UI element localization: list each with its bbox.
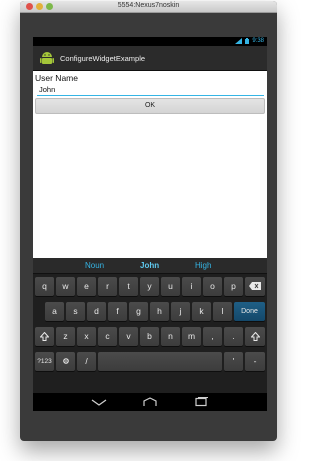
- suggestion-3[interactable]: High: [195, 261, 211, 270]
- key-q[interactable]: q: [35, 277, 54, 296]
- keyboard-settings-icon: [62, 358, 69, 364]
- key-slash[interactable]: /: [77, 352, 96, 371]
- home-icon[interactable]: [142, 397, 158, 407]
- action-bar: ConfigureWidgetExample: [33, 46, 267, 71]
- key-t[interactable]: t: [119, 277, 138, 296]
- key-l[interactable]: l: [213, 302, 232, 321]
- key-row-1: q w e r t y u i o p: [33, 277, 267, 299]
- key-period[interactable]: .: [224, 327, 243, 346]
- shift-icon: [39, 331, 50, 341]
- app-title: ConfigureWidgetExample: [60, 54, 146, 63]
- soft-keyboard: Noun John High q w e r t y u i o p a s d…: [33, 258, 267, 393]
- recent-apps-icon[interactable]: [193, 397, 209, 407]
- window-titlebar: 5554:Nexus7noskin: [20, 1, 277, 13]
- battery-icon: [245, 38, 250, 44]
- key-u[interactable]: u: [161, 277, 180, 296]
- key-g[interactable]: g: [129, 302, 148, 321]
- status-bar: 9:38: [33, 37, 267, 46]
- key-row-4: ?123 / ' -: [33, 352, 267, 374]
- configure-form: User Name OK: [33, 71, 267, 266]
- key-x[interactable]: x: [77, 327, 96, 346]
- suggestion-strip: Noun John High: [33, 258, 267, 274]
- user-name-label: User Name: [35, 73, 78, 83]
- done-key[interactable]: Done: [234, 302, 265, 321]
- key-w[interactable]: w: [56, 277, 75, 296]
- key-comma[interactable]: ,: [203, 327, 222, 346]
- status-icons: 9:38: [235, 38, 264, 44]
- space-bar[interactable]: [98, 352, 222, 371]
- suggestion-2[interactable]: John: [140, 261, 159, 270]
- ok-button[interactable]: OK: [35, 98, 265, 114]
- device-screen: 9:38 ConfigureWidgetExample User Name OK: [33, 37, 267, 411]
- backspace-icon: [249, 282, 261, 290]
- key-n[interactable]: n: [161, 327, 180, 346]
- stage: 5554:Nexus7noskin 9:38 ConfigureWidgetEx…: [0, 0, 300, 461]
- key-m[interactable]: m: [182, 327, 201, 346]
- back-icon[interactable]: [91, 397, 107, 407]
- window-title: 5554:Nexus7noskin: [117, 2, 180, 9]
- key-c[interactable]: c: [98, 327, 117, 346]
- navigation-bar: [33, 393, 267, 411]
- key-dash[interactable]: -: [245, 352, 265, 371]
- key-r[interactable]: r: [98, 277, 117, 296]
- key-y[interactable]: y: [140, 277, 159, 296]
- key-o[interactable]: o: [203, 277, 222, 296]
- shift-icon: [249, 331, 261, 341]
- key-p[interactable]: p: [224, 277, 243, 296]
- status-time: 9:38: [252, 38, 264, 44]
- key-row-2: a s d f g h j k l Done: [33, 302, 267, 324]
- shift-key-left[interactable]: [35, 327, 54, 346]
- android-icon[interactable]: [40, 50, 54, 66]
- key-d[interactable]: d: [87, 302, 106, 321]
- key-a[interactable]: a: [45, 302, 64, 321]
- key-h[interactable]: h: [150, 302, 169, 321]
- key-s[interactable]: s: [66, 302, 85, 321]
- key-f[interactable]: f: [108, 302, 127, 321]
- key-i[interactable]: i: [182, 277, 201, 296]
- keyboard-settings-key[interactable]: [56, 352, 75, 371]
- key-row-3: z x c v b n m , .: [33, 327, 267, 349]
- key-apostrophe[interactable]: ': [224, 352, 243, 371]
- key-z[interactable]: z: [56, 327, 75, 346]
- key-j[interactable]: j: [171, 302, 190, 321]
- wifi-icon: [235, 38, 243, 44]
- backspace-key[interactable]: [245, 277, 265, 296]
- key-b[interactable]: b: [140, 327, 159, 346]
- emulator-window: 5554:Nexus7noskin 9:38 ConfigureWidgetEx…: [20, 1, 277, 441]
- suggestion-1[interactable]: Noun: [85, 261, 104, 270]
- key-v[interactable]: v: [119, 327, 138, 346]
- symbols-key[interactable]: ?123: [35, 352, 54, 371]
- user-name-input[interactable]: [37, 84, 264, 96]
- key-e[interactable]: e: [77, 277, 96, 296]
- shift-key-right[interactable]: [245, 327, 265, 346]
- key-k[interactable]: k: [192, 302, 211, 321]
